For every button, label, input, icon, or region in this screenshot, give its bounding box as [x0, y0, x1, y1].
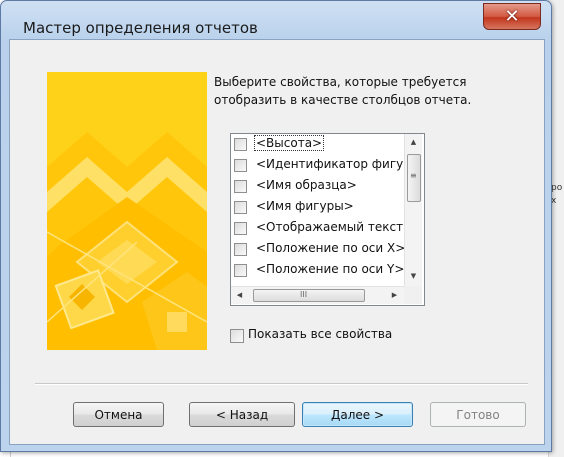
- back-button[interactable]: < Назад: [189, 402, 295, 427]
- properties-checklist[interactable]: <Высота> <Идентификатор фигуры <Имя обра…: [230, 133, 425, 306]
- window-title: Мастер определения отчетов: [23, 19, 258, 37]
- dialog-client-area: Выберите свойства, которые требуется ото…: [9, 39, 545, 445]
- list-item-label: <Имя образца>: [256, 178, 357, 192]
- banner-graphic: [47, 72, 207, 350]
- scroll-up-icon[interactable]: ▲: [405, 138, 422, 146]
- vertical-scroll-thumb[interactable]: ≡: [407, 154, 421, 202]
- checkbox[interactable]: [234, 201, 247, 214]
- list-item[interactable]: <Идентификатор фигуры: [231, 155, 404, 176]
- report-wizard-dialog: Мастер определения отчетов ✕ Выберите св: [0, 0, 552, 452]
- close-button[interactable]: ✕: [483, 3, 541, 30]
- close-icon: ✕: [504, 6, 520, 27]
- list-item-label: <Идентификатор фигуры: [256, 157, 404, 171]
- background-text-fragment: ро: [551, 183, 563, 193]
- checkbox[interactable]: [234, 264, 247, 277]
- next-button[interactable]: Далее >: [302, 402, 413, 427]
- list-item[interactable]: <Имя фигуры>: [231, 197, 404, 218]
- scroll-down-icon[interactable]: ▼: [405, 272, 422, 280]
- horizontal-scrollbar[interactable]: ◀ III ▶: [231, 286, 404, 304]
- cancel-button[interactable]: Отмена: [73, 402, 164, 427]
- checkbox[interactable]: [230, 329, 244, 343]
- list-item[interactable]: <Высота>: [231, 134, 404, 155]
- scrollbar-corner: [404, 286, 422, 304]
- checkbox[interactable]: [234, 180, 247, 193]
- checkbox[interactable]: [234, 159, 247, 172]
- list-item[interactable]: <Отображаемый текст>: [231, 218, 404, 239]
- grip-icon: ≡: [410, 171, 417, 180]
- grip-icon: III: [300, 290, 308, 299]
- title-bar[interactable]: Мастер определения отчетов ✕: [1, 1, 551, 39]
- scroll-left-icon[interactable]: ◀: [231, 291, 248, 299]
- horizontal-scroll-thumb[interactable]: III: [253, 289, 365, 302]
- list-item-label: <Положение по оси Y>: [256, 262, 404, 276]
- list-item-label: <Высота>: [253, 135, 325, 151]
- list-item[interactable]: <Положение по оси Y>: [231, 260, 404, 281]
- list-item-label: <Отображаемый текст>: [256, 220, 404, 234]
- checkbox[interactable]: [234, 222, 247, 235]
- show-all-label: Показать все свойства: [248, 327, 393, 341]
- instruction-text: Выберите свойства, которые требуется ото…: [214, 75, 472, 107]
- finish-button[interactable]: Готово: [430, 402, 526, 427]
- list-item-label: <Положение по оси X>: [256, 241, 404, 255]
- separator-line: [35, 383, 528, 385]
- wizard-banner-image: [47, 72, 207, 350]
- list-item[interactable]: <Имя образца>: [231, 176, 404, 197]
- scroll-right-icon[interactable]: ▶: [386, 291, 403, 299]
- checklist-items: <Высота> <Идентификатор фигуры <Имя обра…: [231, 134, 404, 286]
- checkbox[interactable]: [234, 243, 247, 256]
- checkbox[interactable]: [234, 138, 247, 151]
- list-item-label: <Имя фигуры>: [256, 199, 354, 213]
- list-item[interactable]: <Положение по оси X>: [231, 239, 404, 260]
- vertical-scrollbar[interactable]: ▲ ≡ ▼: [404, 134, 422, 286]
